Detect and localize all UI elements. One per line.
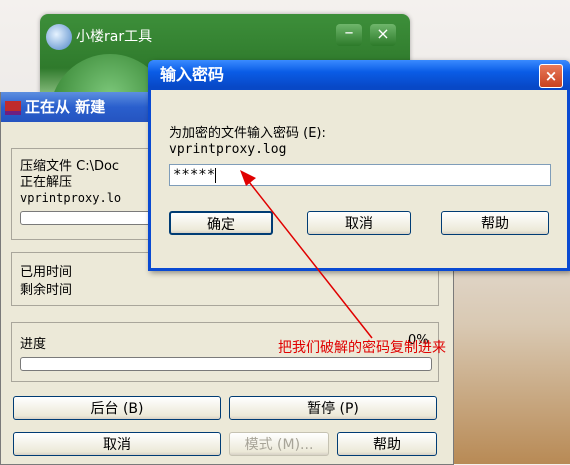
annotation-arrow <box>240 170 373 339</box>
annotation-text: 把我们破解的密码复制进来 <box>278 340 446 356</box>
